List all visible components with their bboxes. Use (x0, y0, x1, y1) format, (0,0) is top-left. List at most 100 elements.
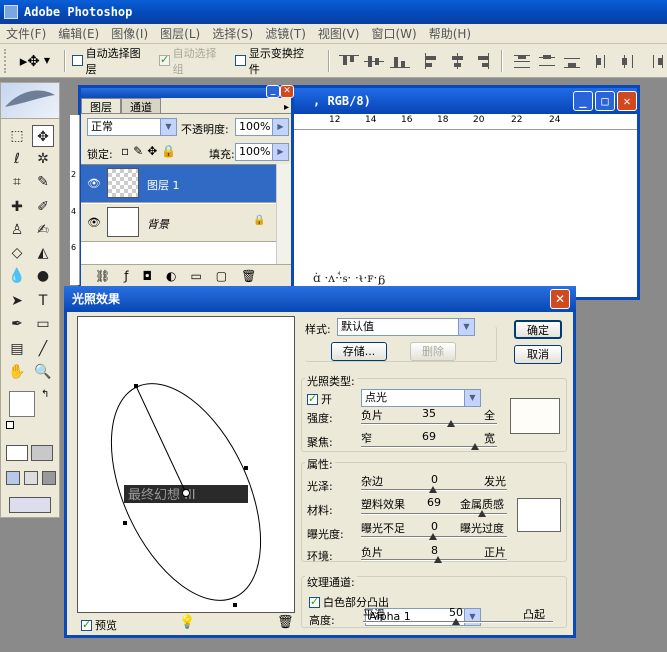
menu-help[interactable]: 帮助(H) (423, 25, 477, 42)
zoom-tool-icon[interactable]: 🔍 (32, 361, 54, 383)
menu-select[interactable]: 选择(S) (206, 25, 259, 42)
screen-mode-full-menu-icon[interactable] (24, 471, 38, 485)
blend-mode-select[interactable]: 正常 ▼ (87, 118, 177, 136)
rectangle-tool-icon[interactable]: ▭ (32, 313, 54, 335)
healing-brush-tool-icon[interactable]: ✚ (6, 196, 28, 218)
panel-menu-icon[interactable]: ▸ (284, 102, 289, 113)
delete-button[interactable]: 删除 (410, 342, 456, 361)
paint-bucket-tool-icon[interactable]: ◭ (32, 242, 54, 264)
menu-image[interactable]: 图像(I) (105, 25, 154, 42)
intensity-slider-track[interactable] (361, 423, 497, 425)
magic-wand-tool-icon[interactable]: ✲ (32, 148, 54, 170)
eye-icon[interactable]: 👁 (85, 177, 103, 191)
hand-tool-icon[interactable]: ✋ (6, 361, 28, 383)
exposure-slider-thumb[interactable] (429, 533, 437, 540)
adjustment-icon[interactable]: ◐ (166, 269, 190, 283)
show-transform-checkbox[interactable] (235, 55, 246, 66)
align-vcenter-icon[interactable] (364, 53, 385, 69)
align-left-icon[interactable] (422, 52, 441, 69)
layer-row-layer1[interactable]: 👁 图层 1 (81, 165, 276, 203)
tab-channels[interactable]: 通道 (121, 98, 161, 114)
history-brush-tool-icon[interactable]: ✍ (32, 219, 54, 241)
eye-icon[interactable]: 👁 (85, 216, 103, 230)
light-handle[interactable] (233, 603, 237, 607)
clone-stamp-tool-icon[interactable]: ♙ (6, 219, 28, 241)
fill-input[interactable]: 100% ▶ (235, 143, 289, 161)
distribute-left-icon[interactable] (594, 53, 613, 69)
light-center-handle[interactable] (182, 489, 190, 497)
standard-mode-icon[interactable] (6, 445, 28, 461)
align-top-icon[interactable] (339, 53, 360, 69)
pen-tool-icon[interactable]: ✒ (6, 313, 28, 335)
auto-select-layer-option[interactable]: 自动选择图层 (72, 45, 149, 77)
lock-icons[interactable]: ▫✎✥🔒 (121, 144, 180, 158)
tab-layers[interactable]: 图层 (81, 98, 121, 114)
minimize-button[interactable]: _ (573, 91, 593, 111)
ambient-color-swatch[interactable] (517, 498, 561, 532)
material-slider-thumb[interactable] (478, 510, 486, 517)
quick-mask-mode-icon[interactable] (31, 445, 53, 461)
gloss-slider-thumb[interactable] (429, 486, 437, 493)
type-tool-icon[interactable]: T (32, 290, 54, 312)
lasso-tool-icon[interactable]: ℓ (6, 148, 28, 170)
opacity-input[interactable]: 100% ▶ (235, 118, 289, 136)
jump-to-imageready-icon[interactable] (9, 497, 51, 513)
white-high-checkbox[interactable] (309, 595, 320, 608)
ambience-slider-thumb[interactable] (434, 556, 442, 563)
light-handle[interactable] (244, 466, 248, 470)
folder-icon[interactable]: ▭ (190, 269, 215, 283)
screen-mode-standard-icon[interactable] (6, 471, 20, 485)
eraser-tool-icon[interactable]: ◇ (6, 242, 28, 264)
menu-layer[interactable]: 图层(L) (154, 25, 206, 42)
auto-select-layer-checkbox[interactable] (72, 55, 83, 66)
align-right-icon[interactable] (472, 52, 491, 69)
new-layer-icon[interactable]: ▢ (216, 269, 241, 283)
swap-colors-icon[interactable]: ↰ (41, 389, 49, 400)
notes-tool-icon[interactable]: ▤ (6, 338, 28, 360)
show-transform-option[interactable]: 显示变换控件 (235, 45, 312, 77)
preview-option[interactable]: 预览 (81, 617, 117, 633)
distribute-bottom-icon[interactable] (562, 53, 581, 69)
cancel-button[interactable]: 取消 (514, 345, 562, 364)
distribute-hcenter-icon[interactable] (620, 53, 639, 69)
light-bulb-icon[interactable]: 💡 (179, 615, 195, 630)
foreground-color-swatch[interactable] (9, 391, 35, 417)
focus-slider-thumb[interactable] (471, 443, 479, 450)
ok-button[interactable]: 确定 (514, 320, 562, 339)
layer-style-icon[interactable]: ƒ (124, 269, 142, 283)
trash-icon[interactable]: 🗑 (277, 615, 294, 630)
eyedropper-tool-icon[interactable]: ╱ (32, 338, 54, 360)
default-colors-icon[interactable] (6, 421, 14, 429)
menu-view[interactable]: 视图(V) (312, 25, 366, 42)
screen-mode-full-icon[interactable] (42, 471, 56, 485)
move-tool-icon[interactable]: ✥ (32, 125, 54, 147)
link-icon[interactable]: ⛓ (95, 269, 124, 283)
intensity-slider-thumb[interactable] (447, 420, 455, 427)
light-type-select[interactable]: 点光 ▼ (361, 389, 481, 407)
height-slider-thumb[interactable] (452, 618, 460, 625)
maximize-button[interactable]: □ (595, 91, 615, 111)
menu-window[interactable]: 窗口(W) (365, 25, 422, 42)
menu-filter[interactable]: 滤镜(T) (259, 25, 312, 42)
light-on-option[interactable]: 开 (307, 391, 332, 407)
light-color-swatch[interactable] (510, 398, 560, 434)
close-button[interactable]: ✕ (617, 91, 637, 111)
light-on-checkbox[interactable] (307, 392, 318, 405)
align-bottom-icon[interactable] (389, 53, 410, 69)
light-handle[interactable] (134, 384, 138, 388)
light-preview-area[interactable]: 最终幻想 III (77, 316, 295, 613)
panel-close-button[interactable]: ✕ (280, 85, 294, 98)
mask-icon[interactable]: ◘ (142, 269, 166, 283)
chevron-down-icon[interactable]: ▼ (44, 56, 50, 65)
layers-scrollbar[interactable] (276, 164, 291, 264)
brush-tool-icon[interactable]: ✐ (32, 196, 54, 218)
panel-minimize-button[interactable]: _ (266, 85, 280, 98)
crop-tool-icon[interactable]: ⌗ (6, 171, 28, 193)
marquee-tool-icon[interactable]: ⬚ (6, 125, 28, 147)
distribute-right-icon[interactable] (645, 53, 664, 69)
align-hcenter-icon[interactable] (447, 52, 466, 69)
blur-tool-icon[interactable]: 💧 (6, 265, 28, 287)
dodge-tool-icon[interactable]: ● (32, 265, 54, 287)
distribute-top-icon[interactable] (512, 53, 531, 69)
path-selection-tool-icon[interactable]: ➤ (6, 290, 28, 312)
